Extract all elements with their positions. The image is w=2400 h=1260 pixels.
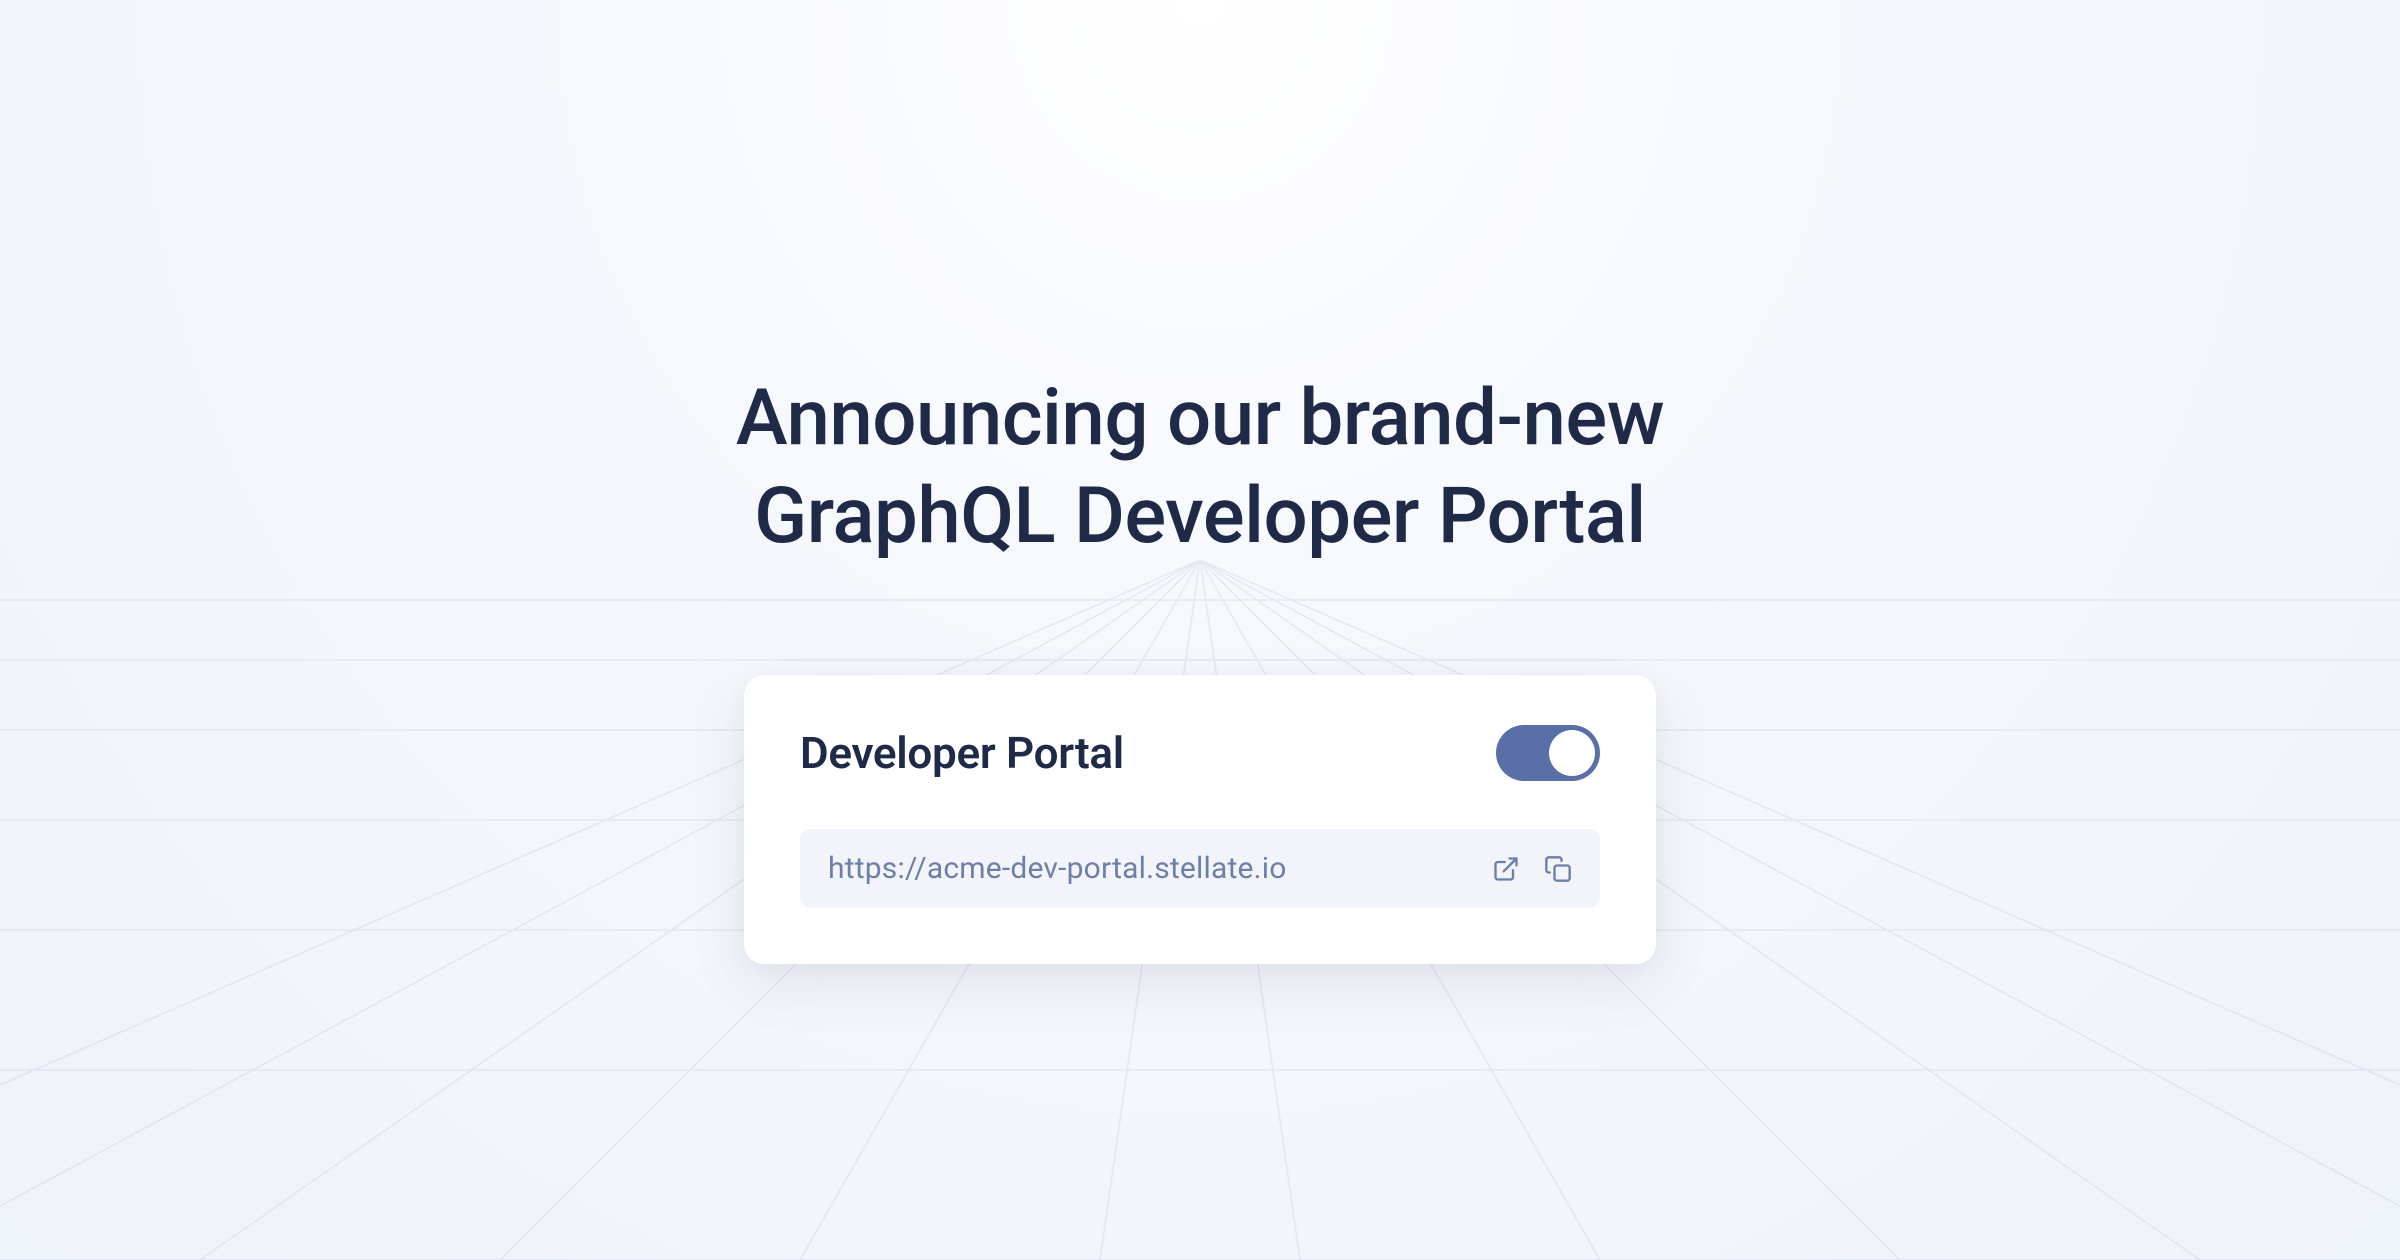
url-actions xyxy=(1492,855,1572,883)
card-title: Developer Portal xyxy=(800,727,1124,779)
developer-portal-card: Developer Portal https://acme-dev-portal… xyxy=(744,675,1656,964)
copy-icon xyxy=(1544,855,1572,883)
external-link-icon xyxy=(1492,855,1520,883)
portal-url-text: https://acme-dev-portal.stellate.io xyxy=(828,851,1287,886)
open-external-button[interactable] xyxy=(1492,855,1520,883)
copy-url-button[interactable] xyxy=(1544,855,1572,883)
announcement-headline: Announcing our brand-newGraphQL Develope… xyxy=(736,370,1664,565)
portal-url-box: https://acme-dev-portal.stellate.io xyxy=(800,829,1600,908)
toggle-knob xyxy=(1549,730,1595,776)
card-header: Developer Portal xyxy=(800,725,1600,781)
enable-portal-toggle[interactable] xyxy=(1496,725,1600,781)
